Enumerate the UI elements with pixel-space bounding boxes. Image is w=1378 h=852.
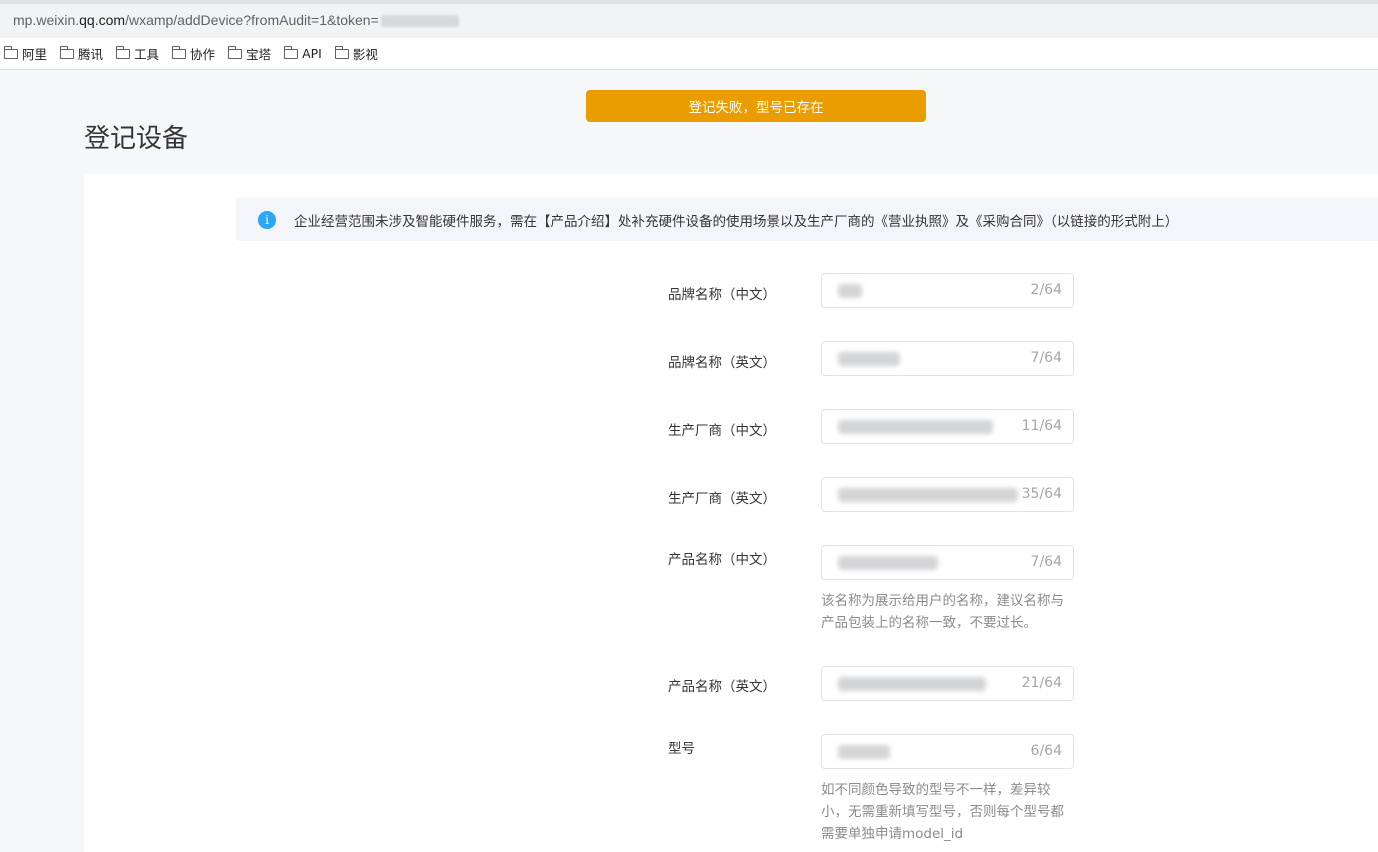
bookmark-label: 影视 — [352, 47, 378, 62]
input-value-redacted — [838, 284, 862, 298]
bookmark-folder-collab[interactable]: 协作 — [171, 44, 216, 63]
product-cn-input[interactable]: 7/64 — [821, 545, 1074, 580]
hint-line: 该名称为展示给用户的名称，建议名称与 — [821, 593, 1064, 609]
folder-icon — [171, 45, 187, 59]
form-card — [84, 174, 1378, 852]
url-host-prefix: mp.weixin. — [13, 12, 80, 28]
bookmark-folder-video[interactable]: 影视 — [334, 44, 378, 63]
url-token-redacted — [380, 15, 459, 28]
field-label-product-en: 产品名称（英文） — [668, 679, 776, 695]
folder-icon — [227, 45, 243, 59]
bookmark-folder-baota[interactable]: 宝塔 — [227, 44, 272, 63]
input-value-redacted — [838, 488, 1018, 502]
folder-icon — [115, 45, 131, 59]
field-label-manufacturer-en: 生产厂商（英文） — [668, 491, 776, 507]
char-count: 7/64 — [1030, 350, 1062, 366]
input-value-redacted — [838, 745, 890, 759]
bookmark-label: 工具 — [134, 47, 160, 62]
manufacturer-cn-input[interactable]: 11/64 — [821, 409, 1074, 444]
product-cn-hint: 该名称为展示给用户的名称，建议名称与 产品包装上的名称一致，不要过长。 — [821, 590, 1079, 634]
url-text[interactable]: mp.weixin.qq.com/wxamp/addDevice?fromAud… — [13, 12, 459, 28]
bookmark-label: 宝塔 — [246, 47, 272, 62]
bookmark-folder-ali[interactable]: 阿里 — [3, 44, 48, 63]
bookmark-label: 阿里 — [22, 47, 48, 62]
field-label-manufacturer-cn: 生产厂商（中文） — [668, 423, 776, 439]
info-icon: i — [258, 210, 276, 229]
url-host: qq.com — [79, 12, 126, 28]
error-toast: 登记失败，型号已存在 — [586, 90, 926, 122]
address-bar[interactable]: mp.weixin.qq.com/wxamp/addDevice?fromAud… — [0, 0, 1378, 38]
bookmark-label: 协作 — [190, 47, 216, 62]
bookmark-folder-tools[interactable]: 工具 — [115, 44, 160, 63]
field-label-model: 型号 — [668, 741, 695, 757]
char-count: 6/64 — [1030, 743, 1062, 759]
folder-icon — [334, 45, 349, 59]
hint-line: 需要单独申请model_id — [821, 826, 964, 842]
url-path: /wxamp/addDevice?fromAudit=1&token= — [125, 12, 379, 28]
model-input[interactable]: 6/64 — [821, 734, 1074, 769]
hint-line: 小，无需重新填写型号，否则每个型号都 — [821, 804, 1064, 820]
field-label-brand-cn: 品牌名称（中文） — [668, 287, 776, 303]
field-label-product-cn: 产品名称（中文） — [668, 552, 776, 568]
folder-icon — [283, 45, 299, 59]
brand-en-input[interactable]: 7/64 — [821, 341, 1074, 376]
input-value-redacted — [838, 677, 986, 691]
hint-line: 产品包装上的名称一致，不要过长。 — [821, 615, 1037, 631]
char-count: 21/64 — [1021, 675, 1062, 691]
folder-icon — [59, 45, 75, 59]
char-count: 2/64 — [1030, 282, 1062, 298]
bookmark-label: 腾讯 — [78, 47, 104, 62]
hint-line: 如不同颜色导致的型号不一样，差异较 — [821, 782, 1051, 798]
bookmark-label: API — [302, 46, 322, 61]
bookmark-folder-api[interactable]: API — [283, 45, 322, 61]
char-count: 35/64 — [1021, 486, 1062, 502]
bookmark-folder-tencent[interactable]: 腾讯 — [59, 44, 104, 63]
bookmarks-bar: 阿里 腾讯 工具 协作 宝塔 API 影视 — [0, 38, 1378, 70]
folder-icon — [3, 45, 18, 59]
char-count: 7/64 — [1030, 554, 1062, 570]
input-value-redacted — [838, 352, 900, 366]
brand-cn-input[interactable]: 2/64 — [821, 273, 1074, 308]
char-count: 11/64 — [1021, 418, 1062, 434]
info-notice: i 企业经营范围未涉及智能硬件服务，需在【产品介绍】处补充硬件设备的使用场景以及… — [236, 198, 1378, 241]
product-en-input[interactable]: 21/64 — [821, 666, 1074, 701]
field-label-brand-en: 品牌名称（英文） — [668, 355, 776, 371]
page-title: 登记设备 — [84, 124, 189, 154]
manufacturer-en-input[interactable]: 35/64 — [821, 477, 1074, 512]
notice-text: 企业经营范围未涉及智能硬件服务，需在【产品介绍】处补充硬件设备的使用场景以及生产… — [294, 213, 1179, 230]
model-hint: 如不同颜色导致的型号不一样，差异较 小，无需重新填写型号，否则每个型号都 需要单… — [821, 779, 1079, 845]
input-value-redacted — [838, 420, 993, 434]
input-value-redacted — [838, 556, 938, 570]
